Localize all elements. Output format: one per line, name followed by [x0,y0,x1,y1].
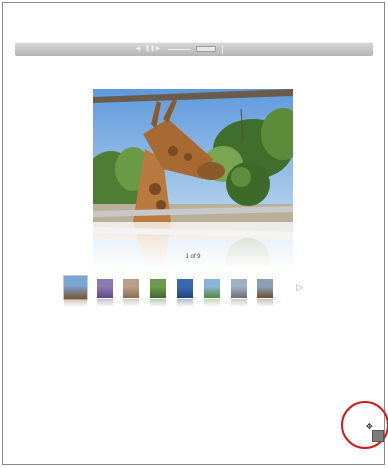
thumbnail-reflection [64,299,87,307]
next-icon[interactable]: ▶ [155,46,161,52]
thumbnail-trees[interactable] [204,279,220,298]
zoom-slider[interactable] [168,48,190,50]
giraffe-photo [93,89,293,222]
slideshow-toolbar: ◀ ❚❚ ▶ [15,42,373,56]
main-photo[interactable] [93,89,293,222]
resize-handle[interactable] [372,430,384,442]
thumbnail-purple-flowers[interactable] [97,279,113,298]
thumbnail-reflection [231,299,247,307]
thumbnail-reflection [97,299,113,307]
thumbnail-reflection [257,299,273,307]
thumbnail-reflection [204,299,220,307]
thumbnail-bear[interactable] [257,279,273,298]
toolbar-controls: ◀ ❚❚ ▶ [135,44,223,54]
thumbnail-grey-animal[interactable] [231,279,247,298]
slide-counter: 1 of 9 [185,254,201,260]
thumbnail-reflection [123,299,139,307]
photo-reflection [93,222,293,275]
thumbnail-green-garden[interactable] [150,279,166,298]
prev-icon[interactable]: ◀ [135,46,141,52]
chevron-right-icon[interactable]: ▷ [296,283,303,293]
thumbnail-reflection [177,299,193,307]
thumbnail-giraffe[interactable] [63,275,88,300]
zoom-slider-thumb[interactable] [196,46,216,52]
thumbnail-blue-lake[interactable] [177,279,193,298]
thumbnail-reflection [150,299,166,307]
thumbnail-pale-animal[interactable] [123,279,139,298]
size-toggle-icon[interactable] [222,44,223,54]
pause-icon[interactable]: ❚❚ [145,46,155,52]
